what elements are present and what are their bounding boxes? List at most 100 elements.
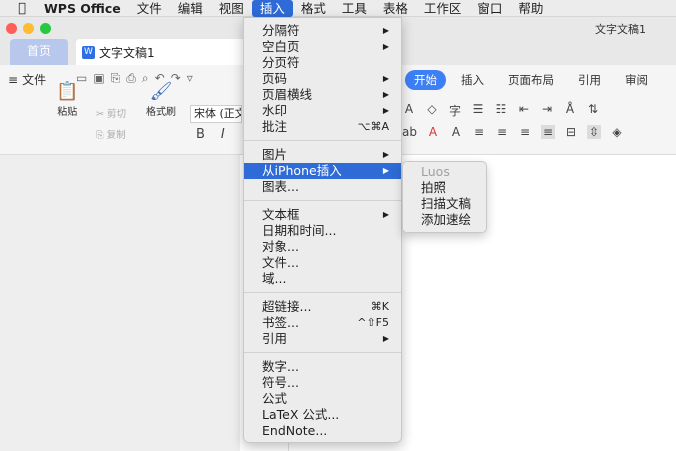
decrease-indent-icon[interactable]: ⇤ [517, 102, 531, 119]
menu-item-symbol[interactable]: 符号... [244, 375, 401, 391]
submenu-item-add-sketch[interactable]: 添加速绘 [403, 212, 486, 228]
menu-item-bookmark[interactable]: 书签... ^⇧F5 [244, 315, 401, 331]
numbered-list-icon[interactable]: ☷ [494, 102, 508, 119]
distributed-icon[interactable]: ⊟ [564, 125, 578, 139]
menu-item-object[interactable]: 对象... [244, 239, 401, 255]
menu-item-page-number[interactable]: 页码 ▶ [244, 71, 401, 87]
ribbon-tab-review[interactable]: 审阅 [616, 70, 657, 90]
ribbon-tab-references[interactable]: 引用 [569, 70, 610, 90]
bullet-list-icon[interactable]: ☰ [471, 102, 485, 119]
italic-button[interactable]: I [221, 127, 225, 142]
ribbon-tab-home[interactable]: 开始 [405, 70, 446, 90]
save-icon[interactable]: ▣ [93, 71, 104, 86]
writer-doc-icon: W [82, 45, 95, 59]
increase-indent-icon[interactable]: ⇥ [540, 102, 554, 119]
menu-item-file[interactable]: 文件... [244, 255, 401, 271]
font-size-increase-icon[interactable]: A [402, 102, 416, 119]
menu-edit[interactable]: 编辑 [170, 0, 211, 17]
submenu-item-scan-documents[interactable]: 扫描文稿 [403, 196, 486, 212]
submenu-item-take-photo[interactable]: 拍照 [403, 180, 486, 196]
phonetic-guide-icon[interactable]: 字 [448, 102, 462, 119]
menu-item-date-time[interactable]: 日期和时间... [244, 223, 401, 239]
menu-item-label: 文本框 [262, 207, 300, 222]
menu-item-header-line[interactable]: 页眉横线 ▶ [244, 87, 401, 103]
menu-item-picture[interactable]: 图片 ▶ [244, 147, 401, 163]
menu-item-insert-from-iphone[interactable]: 从iPhone插入 ▶ [244, 163, 401, 179]
highlight-icon[interactable]: ab [402, 125, 417, 139]
tab-document[interactable]: W 文字文稿1 [76, 39, 256, 65]
ribbon-tab-layout[interactable]: 页面布局 [499, 70, 563, 90]
paste-button[interactable]: 📋 粘贴 [56, 81, 78, 118]
menu-item-endnote[interactable]: EndNote... [244, 423, 401, 439]
line-spacing-icon[interactable]: ⇳ [586, 125, 601, 139]
window-controls [6, 23, 51, 34]
ribbon-file-menu[interactable]: ≡ 文件 [8, 71, 46, 88]
app-name-menu[interactable]: WPS Office [44, 1, 129, 16]
menu-item-separator[interactable]: 分隔符 ▶ [244, 23, 401, 39]
menu-item-equation[interactable]: 公式 [244, 391, 401, 407]
justify-icon[interactable]: ≡ [540, 125, 555, 139]
print-icon[interactable]: ⎙ [126, 71, 136, 86]
menu-help[interactable]: 帮助 [510, 0, 551, 17]
ribbon-tab-insert[interactable]: 插入 [452, 70, 493, 90]
format-painter-button[interactable]: 🖌 格式刷 [146, 81, 176, 118]
align-left-icon[interactable]: ≡ [472, 125, 486, 139]
menu-view[interactable]: 视图 [211, 0, 252, 17]
menu-item-comment[interactable]: 批注 ⌥⌘A [244, 119, 401, 135]
menu-item-blank-page[interactable]: 空白页 ▶ [244, 39, 401, 55]
menu-item-latex-equation[interactable]: LaTeX 公式... [244, 407, 401, 423]
minimize-window-button[interactable] [23, 23, 34, 34]
bold-button[interactable]: B [196, 127, 205, 142]
text-direction-icon[interactable]: Å [563, 102, 577, 119]
menu-window[interactable]: 窗口 [469, 0, 510, 17]
sort-icon[interactable]: ⇅ [586, 102, 600, 119]
menu-item-label: LaTeX 公式... [262, 407, 340, 422]
menu-item-chart[interactable]: 图表... [244, 179, 401, 195]
submenu-item-device-name: Luos [421, 164, 450, 179]
shading-icon[interactable]: ◈ [610, 125, 624, 139]
menu-tools[interactable]: 工具 [334, 0, 375, 17]
menu-item-watermark[interactable]: 水印 ▶ [244, 103, 401, 119]
font-color-icon[interactable]: A [426, 125, 440, 139]
zoom-window-button[interactable] [40, 23, 51, 34]
submenu-arrow-icon: ▶ [382, 26, 389, 35]
align-right-icon[interactable]: ≡ [518, 125, 532, 139]
paste-label: 粘贴 [57, 107, 78, 118]
tab-document-label: 文字文稿1 [99, 45, 155, 60]
copy-button[interactable]: ⎘ 复制 [96, 127, 126, 141]
menu-item-label: 对象... [262, 239, 299, 254]
cut-button[interactable]: ✂ 剪切 [96, 106, 126, 120]
char-shading-icon[interactable]: A [449, 125, 463, 139]
menu-item-text-box[interactable]: 文本框 ▶ [244, 207, 401, 223]
menu-table[interactable]: 表格 [375, 0, 416, 17]
menu-separator [244, 292, 401, 293]
menu-item-label: 图片 [262, 147, 288, 162]
menu-item-reference[interactable]: 引用 ▶ [244, 331, 401, 347]
menu-item-number[interactable]: 数字... [244, 359, 401, 375]
export-pdf-icon[interactable]: ⎘ [111, 71, 121, 86]
menu-item-label: 空白页 [262, 39, 300, 54]
menu-workspace[interactable]: 工作区 [416, 0, 470, 17]
menu-item-page-break[interactable]: 分页符 [244, 55, 401, 71]
text-style-group: B I [196, 127, 225, 142]
align-center-icon[interactable]: ≡ [495, 125, 509, 139]
menu-item-label: 图表... [262, 179, 299, 194]
menu-item-field[interactable]: 域... [244, 271, 401, 287]
font-name-select[interactable]: 宋体 (正文 [190, 105, 242, 123]
dropdown-chevron-icon[interactable]: ▿ [187, 71, 193, 86]
menu-file[interactable]: 文件 [129, 0, 170, 17]
submenu-arrow-icon: ▶ [382, 150, 389, 159]
menu-item-hyperlink[interactable]: 超链接... ⌘K [244, 299, 401, 315]
tab-home[interactable]: 首页 [10, 39, 68, 65]
iphone-submenu: Luos 拍照 扫描文稿 添加速绘 [402, 161, 487, 233]
clipboard-icon: 📋 [56, 81, 79, 102]
clear-format-icon[interactable]: ◇ [425, 102, 439, 119]
apple-menu-icon[interactable]:  [0, 1, 44, 16]
cut-label: 剪切 [106, 109, 126, 120]
menu-format[interactable]: 格式 [293, 0, 334, 17]
menu-insert[interactable]: 插入 [251, 0, 293, 17]
menu-item-label: 文件... [262, 255, 299, 270]
close-window-button[interactable] [6, 23, 17, 34]
menu-item-label: 页眉横线 [262, 87, 313, 102]
menu-item-label: 水印 [262, 103, 288, 118]
